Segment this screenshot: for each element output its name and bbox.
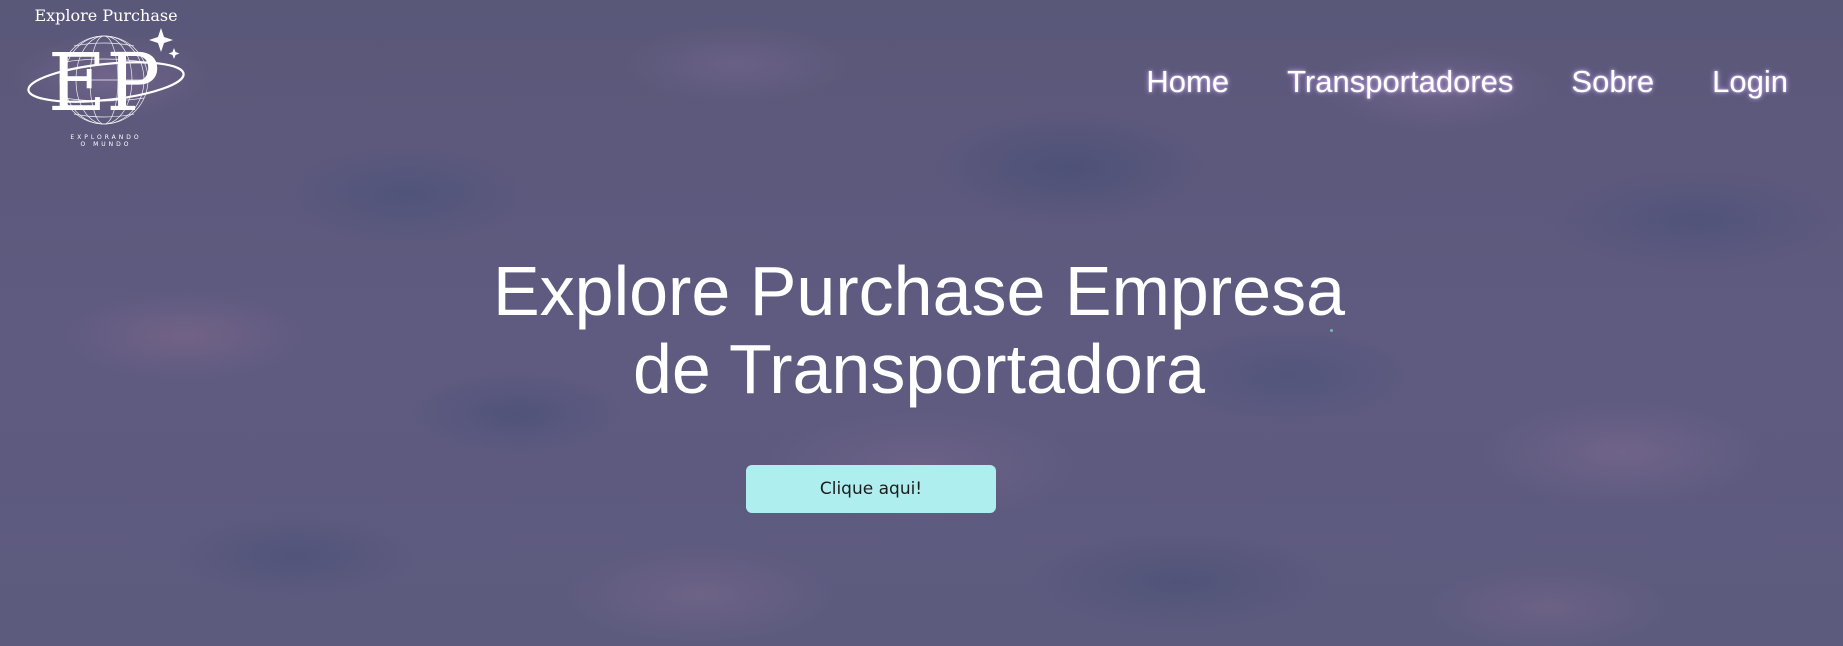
nav-transportadores[interactable]: Transportadores [1287,64,1513,100]
decorative-dot [1330,329,1333,332]
globe-logo-icon: EP [27,28,185,129]
hero-title-line-2: de Transportadora [632,330,1206,408]
brand-tagline: EXPLORANDO [70,134,142,141]
main-nav: Home Transportadores Sobre Login [1146,64,1788,100]
hero-section: Explore Purchase Empresa de Transportado… [0,252,1843,408]
hero-title: Explore Purchase Empresa de Transportado… [469,252,1369,408]
svg-text:EP: EP [48,36,160,129]
hero-title-line-1: Explore Purchase Empresa [492,252,1346,330]
brand-tagline-2: O MUNDO [80,141,132,148]
nav-sobre[interactable]: Sobre [1571,64,1654,100]
nav-login[interactable]: Login [1712,64,1788,100]
cta-button[interactable]: Clique aqui! [746,465,996,513]
brand-title: Explore Purchase [34,6,178,25]
brand-logo[interactable]: Explore Purchase EP EXPLORANDO O MUNDO [26,6,186,148]
nav-home[interactable]: Home [1146,64,1229,100]
